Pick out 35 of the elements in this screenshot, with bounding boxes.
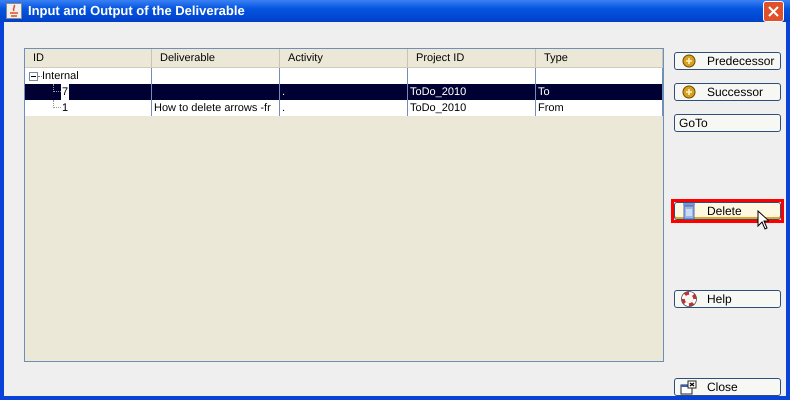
close-button[interactable]: [763, 0, 784, 22]
table-cell-text: ToDo_2010: [410, 84, 466, 100]
dialog-button[interactable]: Close: [674, 378, 781, 396]
coin-icon: [682, 54, 696, 68]
table-row[interactable]: 1 How to delete arrows -fr . ToDo_2010 From: [25, 100, 663, 116]
table-row[interactable]: Internal: [25, 68, 663, 84]
window-title: Input and Output of the Deliverable: [28, 2, 245, 20]
dialog-button[interactable]: Predecessor: [674, 52, 781, 70]
tree-node-label: Internal: [42, 68, 79, 84]
table-cell-text: How to delete arrows -fr: [154, 100, 271, 116]
window-icon: [680, 380, 698, 394]
cursor-icon: [757, 210, 769, 230]
close-icon: [768, 6, 779, 16]
column-header[interactable]: Deliverable: [152, 49, 280, 67]
dialog-button[interactable]: Delete: [674, 202, 781, 220]
table-row[interactable]: 7 . ToDo_2010 To: [25, 84, 663, 100]
table-cell: 7: [61, 84, 70, 100]
table-cell-text: To: [538, 84, 550, 100]
lifebuoy-icon: [681, 291, 697, 307]
dialog-button[interactable]: GoTo: [674, 114, 781, 132]
dialog-button[interactable]: Successor: [674, 83, 781, 101]
column-header[interactable]: Activity: [280, 49, 408, 67]
dialog-button[interactable]: Help: [674, 290, 781, 308]
coin-icon: [682, 85, 696, 99]
collapse-icon[interactable]: [29, 72, 38, 80]
column-header[interactable]: ID: [25, 49, 152, 67]
table-cell-text: .: [282, 84, 286, 100]
table-cell-text: 1: [61, 100, 70, 116]
trash-icon: [681, 202, 697, 220]
app-icon: [6, 3, 22, 19]
table-cell-text: ToDo_2010: [410, 100, 466, 116]
column-header[interactable]: Type: [536, 49, 663, 67]
table-cell-text: From: [538, 100, 564, 116]
column-header[interactable]: Project ID: [408, 49, 536, 67]
table-cell-text: .: [282, 100, 286, 116]
